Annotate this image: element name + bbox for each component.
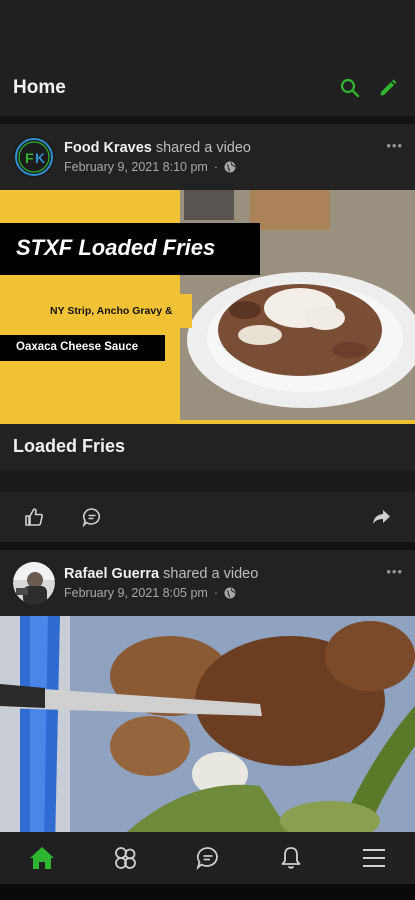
more-options-icon[interactable]: ••• [386,138,403,153]
video-overlay-line1: NY Strip, Ancho Gravy & [34,294,192,328]
svg-text:K: K [35,150,45,166]
menu-icon[interactable] [354,838,394,878]
post-byline: Rafael Guerra shared a video [64,566,258,582]
messages-icon[interactable] [188,838,228,878]
app-header: Home [0,60,415,116]
separator-dot: · [213,160,219,174]
post-meta: Rafael Guerra shared a video February 9,… [64,566,258,600]
post-byline: Food Kraves shared a video [64,140,251,156]
notifications-icon[interactable] [271,838,311,878]
avatar[interactable] [13,562,55,604]
post-timestamp-row: February 9, 2021 8:10 pm · [64,160,251,174]
post-actions [0,492,415,542]
post-meta: Food Kraves shared a video February 9, 2… [64,140,251,174]
home-icon[interactable] [22,838,62,878]
post-timestamp-row: February 9, 2021 8:05 pm · [64,586,258,600]
system-navigation-bar [0,884,415,900]
video-overlay-line2: Oaxaca Cheese Sauce [0,335,165,361]
video-overlay-title: STXF Loaded Fries [0,223,260,275]
search-icon[interactable] [336,74,364,102]
share-icon[interactable] [365,501,397,533]
avatar[interactable]: F K [13,136,55,178]
post-date[interactable]: February 9, 2021 8:05 pm [64,586,208,600]
post-action: shared a video [159,566,259,582]
video-player[interactable]: STXF Loaded Fries NY Strip, Ancho Gravy … [0,190,415,424]
post-header: F K Food Kraves shared a video February … [0,124,415,190]
more-options-icon[interactable]: ••• [386,564,403,579]
bottom-navigation [0,832,415,884]
status-bar [0,0,415,60]
post-header: Rafael Guerra shared a video February 9,… [0,550,415,616]
globe-icon [224,587,236,599]
post-action: shared a video [151,140,251,156]
post-caption: Loaded Fries [13,436,126,456]
post-card: Rafael Guerra shared a video February 9,… [0,550,415,832]
video-player[interactable] [0,616,415,832]
edit-icon[interactable] [374,74,402,102]
post-card: F K Food Kraves shared a video February … [0,124,415,542]
page-title: Home [13,77,66,98]
groups-icon[interactable] [105,838,145,878]
svg-text:F: F [25,150,34,166]
globe-icon [224,161,236,173]
separator-dot: · [213,586,219,600]
post-author[interactable]: Rafael Guerra [64,566,159,582]
news-feed[interactable]: F K Food Kraves shared a video February … [0,116,415,832]
post-date[interactable]: February 9, 2021 8:10 pm [64,160,208,174]
like-icon[interactable] [18,501,50,533]
comment-icon[interactable] [76,501,108,533]
post-spacer [0,470,415,492]
post-author[interactable]: Food Kraves [64,140,152,156]
